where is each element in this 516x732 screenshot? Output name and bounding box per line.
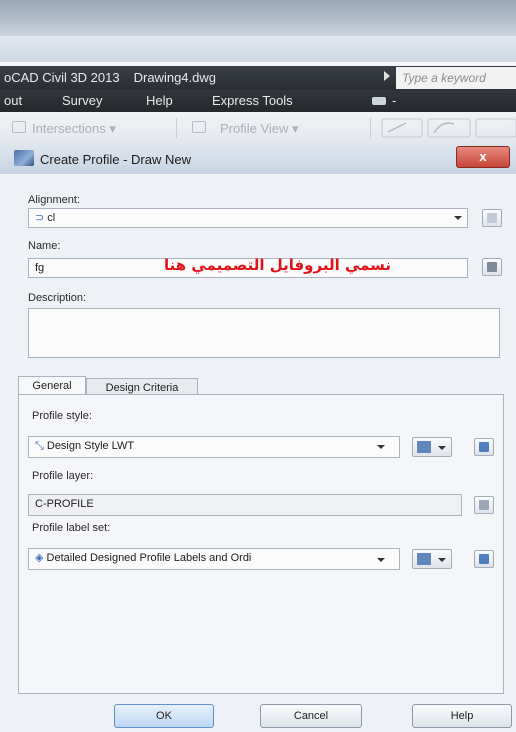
screen-top-blur	[0, 0, 516, 36]
label-set-icon: ◈	[35, 552, 44, 564]
chevron-down-icon	[438, 558, 446, 562]
tab-general[interactable]: General	[18, 376, 86, 395]
pick-icon	[479, 442, 489, 452]
keyword-search-input[interactable]: Type a keyword	[396, 67, 516, 89]
description-label: Description:	[28, 292, 87, 304]
label-set-select[interactable]: ◈ Detailed Designed Profile Labels and O…	[28, 548, 400, 570]
menu-item-survey[interactable]: Survey	[62, 93, 102, 108]
app-title: oCAD Civil 3D 2013 Drawing4.dwg	[4, 70, 216, 85]
chevron-down-icon[interactable]	[454, 216, 462, 220]
close-button[interactable]: x	[456, 146, 510, 168]
profile-layer-label: Profile layer:	[32, 470, 94, 482]
alignment-pick-button[interactable]	[482, 209, 502, 227]
name-template-icon	[487, 262, 497, 272]
help-button[interactable]: Help	[412, 704, 512, 728]
ribbon-draw-tools[interactable]	[380, 116, 516, 140]
alignment-label: Alignment:	[28, 194, 80, 206]
search-arrow-icon[interactable]	[384, 71, 390, 81]
pick-icon	[487, 213, 497, 223]
menu-item-express-tools[interactable]: Express Tools	[212, 93, 293, 108]
name-value: fg	[35, 262, 45, 274]
name-label: Name:	[28, 240, 61, 252]
description-textarea[interactable]	[28, 308, 500, 358]
pick-icon	[479, 554, 489, 564]
layer-select-button[interactable]	[474, 496, 494, 514]
label-set-value: Detailed Designed Profile Labels and Ord…	[46, 552, 252, 564]
tab-design-criteria[interactable]: Design Criteria	[86, 378, 198, 395]
profile-style-pick-button[interactable]	[474, 438, 494, 456]
arabic-annotation: نسمي البروفايل التصميمي هنا	[164, 256, 392, 274]
ribbon-separator	[370, 118, 371, 138]
profile-style-value: Design Style LWT	[46, 440, 135, 452]
name-template-button[interactable]	[482, 258, 502, 276]
intersections-icon	[12, 121, 26, 133]
profile-layer-field: C-PROFILE	[28, 494, 462, 516]
alignment-icon: ⊃	[35, 212, 45, 224]
ribbon-separator	[176, 118, 177, 138]
profile-dialog-icon	[14, 150, 34, 166]
label-set-label: Profile label set:	[32, 522, 111, 534]
ok-button[interactable]: OK	[114, 704, 214, 728]
dialog-title: Create Profile - Draw New	[40, 152, 191, 167]
alignment-select[interactable]: ⊃ cl	[28, 208, 468, 228]
menu-dash: -	[392, 93, 397, 108]
label-set-pick-button[interactable]	[474, 550, 494, 568]
alignment-value: cl	[47, 212, 56, 224]
file-name: Drawing4.dwg	[133, 70, 216, 85]
profile-style-edit-button[interactable]	[412, 437, 452, 457]
app-name: oCAD Civil 3D 2013	[4, 70, 120, 85]
chevron-down-icon[interactable]	[377, 558, 385, 562]
ribbon-intersections[interactable]: Intersections ▾	[32, 121, 116, 137]
layers-icon	[479, 500, 489, 510]
menu-item-help[interactable]: Help	[146, 93, 173, 108]
profile-style-select[interactable]: ⤡ Design Style LWT	[28, 436, 400, 458]
workspace-icon[interactable]	[372, 97, 386, 105]
toolbar-strip	[0, 36, 516, 62]
label-set-edit-button[interactable]	[412, 549, 452, 569]
ribbon-profile-view[interactable]: Profile View ▾	[220, 121, 299, 137]
profile-style-icon: ⤡	[35, 440, 44, 452]
edit-style-icon	[417, 441, 431, 453]
menu-item-layout[interactable]: out	[4, 93, 22, 108]
edit-style-icon	[417, 553, 431, 565]
cancel-button[interactable]: Cancel	[260, 704, 362, 728]
profile-style-label: Profile style:	[32, 410, 92, 422]
chevron-down-icon	[438, 446, 446, 450]
profile-view-icon	[192, 121, 206, 133]
chevron-down-icon[interactable]	[377, 445, 385, 449]
